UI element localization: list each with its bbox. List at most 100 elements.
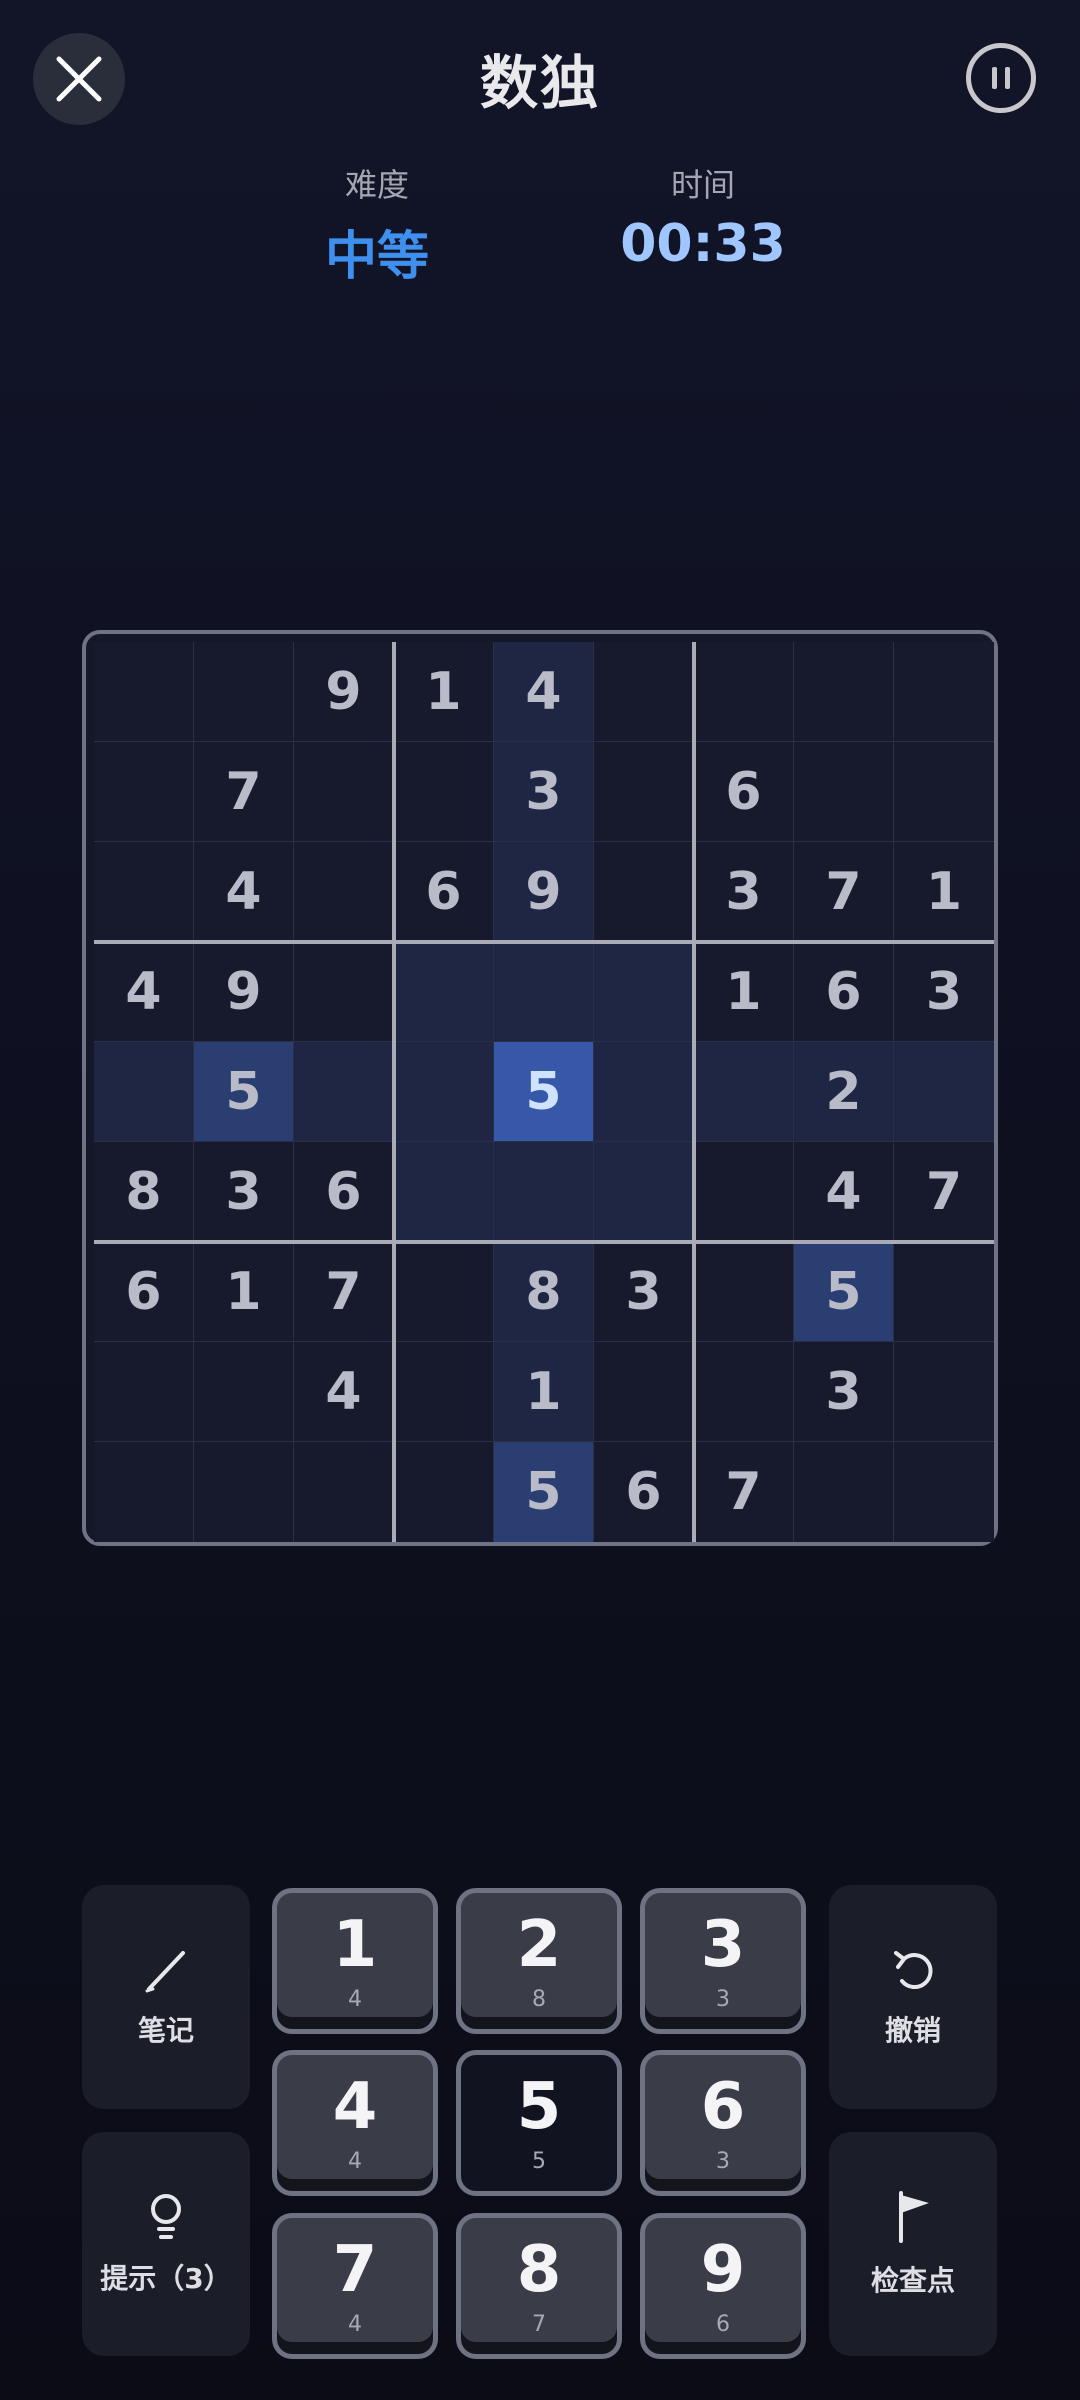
sudoku-cell[interactable]: 7 bbox=[794, 842, 894, 942]
sudoku-cell[interactable] bbox=[294, 1042, 394, 1142]
sudoku-cell[interactable]: 4 bbox=[494, 642, 594, 742]
number-button-6[interactable]: 63 bbox=[640, 2050, 806, 2196]
undo-button[interactable]: 撤销 bbox=[829, 1885, 997, 2109]
sudoku-cell[interactable] bbox=[694, 1142, 794, 1242]
sudoku-cell[interactable] bbox=[94, 742, 194, 842]
sudoku-cell[interactable] bbox=[94, 842, 194, 942]
sudoku-cell[interactable] bbox=[394, 1442, 494, 1542]
sudoku-cell[interactable] bbox=[794, 742, 894, 842]
sudoku-cell[interactable] bbox=[394, 942, 494, 1042]
sudoku-cell[interactable]: 9 bbox=[194, 942, 294, 1042]
sudoku-cell[interactable] bbox=[194, 1442, 294, 1542]
sudoku-cell[interactable] bbox=[694, 1042, 794, 1142]
sudoku-cell[interactable] bbox=[694, 1342, 794, 1442]
sudoku-cell[interactable]: 6 bbox=[394, 842, 494, 942]
number-button-1[interactable]: 14 bbox=[272, 1888, 438, 2034]
sudoku-cell[interactable]: 6 bbox=[294, 1142, 394, 1242]
number-button-9[interactable]: 96 bbox=[640, 2213, 806, 2359]
sudoku-cell[interactable]: 4 bbox=[294, 1342, 394, 1442]
sudoku-cell[interactable]: 3 bbox=[494, 742, 594, 842]
sudoku-cell[interactable]: 7 bbox=[194, 742, 294, 842]
sudoku-cell[interactable] bbox=[594, 1342, 694, 1442]
sudoku-cell[interactable] bbox=[594, 1142, 694, 1242]
number-button-5[interactable]: 55 bbox=[456, 2050, 622, 2196]
sudoku-cell[interactable] bbox=[394, 1242, 494, 1342]
sudoku-cell[interactable]: 1 bbox=[694, 942, 794, 1042]
sudoku-cell[interactable]: 4 bbox=[94, 942, 194, 1042]
sudoku-cell[interactable]: 5 bbox=[194, 1042, 294, 1142]
sudoku-cell[interactable]: 4 bbox=[194, 842, 294, 942]
sudoku-cell[interactable] bbox=[194, 1342, 294, 1442]
number-digit: 3 bbox=[700, 1908, 746, 1982]
sudoku-cell[interactable] bbox=[94, 1442, 194, 1542]
sudoku-cell[interactable] bbox=[294, 942, 394, 1042]
sudoku-cell[interactable]: 1 bbox=[394, 642, 494, 742]
sudoku-cell[interactable] bbox=[394, 1042, 494, 1142]
sudoku-cell[interactable] bbox=[94, 642, 194, 742]
sudoku-cell[interactable]: 6 bbox=[694, 742, 794, 842]
sudoku-cell[interactable] bbox=[394, 742, 494, 842]
sudoku-cell[interactable] bbox=[694, 642, 794, 742]
sudoku-cell[interactable] bbox=[194, 642, 294, 742]
number-button-8[interactable]: 87 bbox=[456, 2213, 622, 2359]
sudoku-cell[interactable]: 7 bbox=[694, 1442, 794, 1542]
sudoku-cell[interactable] bbox=[94, 1342, 194, 1442]
sudoku-cell[interactable] bbox=[294, 1442, 394, 1542]
sudoku-cell[interactable]: 6 bbox=[94, 1242, 194, 1342]
sudoku-cell[interactable] bbox=[794, 642, 894, 742]
sudoku-cell[interactable]: 3 bbox=[794, 1342, 894, 1442]
sudoku-cell[interactable] bbox=[494, 1142, 594, 1242]
sudoku-cell[interactable] bbox=[594, 642, 694, 742]
sudoku-cell[interactable]: 1 bbox=[194, 1242, 294, 1342]
sudoku-cell[interactable] bbox=[494, 942, 594, 1042]
sudoku-cell[interactable] bbox=[894, 1242, 994, 1342]
sudoku-cell[interactable]: 8 bbox=[494, 1242, 594, 1342]
sudoku-cell[interactable]: 1 bbox=[494, 1342, 594, 1442]
sudoku-cell[interactable]: 9 bbox=[294, 642, 394, 742]
undo-label: 撤销 bbox=[884, 2014, 941, 2047]
sudoku-cell[interactable]: 7 bbox=[894, 1142, 994, 1242]
sudoku-cell[interactable] bbox=[594, 942, 694, 1042]
sudoku-cell[interactable] bbox=[894, 1442, 994, 1542]
checkpoint-button[interactable]: 检查点 bbox=[829, 2132, 997, 2356]
sudoku-cell[interactable]: 2 bbox=[794, 1042, 894, 1142]
sudoku-cell[interactable] bbox=[394, 1342, 494, 1442]
sudoku-cell[interactable]: 9 bbox=[494, 842, 594, 942]
sudoku-cell[interactable] bbox=[894, 742, 994, 842]
sudoku-cell[interactable]: 4 bbox=[794, 1142, 894, 1242]
hint-button[interactable]: 提示（3） bbox=[82, 2132, 250, 2356]
sudoku-cell[interactable]: 6 bbox=[794, 942, 894, 1042]
sudoku-cell[interactable] bbox=[294, 742, 394, 842]
sudoku-cell[interactable]: 1 bbox=[894, 842, 994, 942]
sudoku-cell[interactable] bbox=[894, 642, 994, 742]
sudoku-cell[interactable] bbox=[794, 1442, 894, 1542]
box-divider bbox=[692, 642, 696, 1542]
sudoku-cell[interactable] bbox=[894, 1042, 994, 1142]
pause-button[interactable] bbox=[966, 43, 1036, 113]
number-remaining-count: 6 bbox=[716, 2312, 730, 2337]
sudoku-cell[interactable] bbox=[94, 1042, 194, 1142]
sudoku-cell[interactable]: 3 bbox=[694, 842, 794, 942]
notes-button[interactable]: 笔记 bbox=[82, 1885, 250, 2109]
number-digit: 8 bbox=[516, 2233, 562, 2307]
sudoku-cell[interactable] bbox=[294, 842, 394, 942]
number-button-4[interactable]: 44 bbox=[272, 2050, 438, 2196]
sudoku-cell[interactable] bbox=[894, 1342, 994, 1442]
sudoku-cell[interactable]: 6 bbox=[594, 1442, 694, 1542]
sudoku-cell[interactable]: 5 bbox=[494, 1442, 594, 1542]
sudoku-cell[interactable] bbox=[694, 1242, 794, 1342]
sudoku-cell[interactable]: 7 bbox=[294, 1242, 394, 1342]
sudoku-cell[interactable]: 8 bbox=[94, 1142, 194, 1242]
sudoku-cell[interactable] bbox=[594, 742, 694, 842]
number-button-7[interactable]: 74 bbox=[272, 2213, 438, 2359]
sudoku-cell[interactable]: 5 bbox=[494, 1042, 594, 1142]
sudoku-cell[interactable] bbox=[594, 1042, 694, 1142]
number-button-2[interactable]: 28 bbox=[456, 1888, 622, 2034]
number-button-3[interactable]: 33 bbox=[640, 1888, 806, 2034]
sudoku-cell[interactable]: 5 bbox=[794, 1242, 894, 1342]
sudoku-cell[interactable]: 3 bbox=[594, 1242, 694, 1342]
sudoku-cell[interactable] bbox=[594, 842, 694, 942]
sudoku-cell[interactable]: 3 bbox=[894, 942, 994, 1042]
sudoku-cell[interactable]: 3 bbox=[194, 1142, 294, 1242]
sudoku-cell[interactable] bbox=[394, 1142, 494, 1242]
